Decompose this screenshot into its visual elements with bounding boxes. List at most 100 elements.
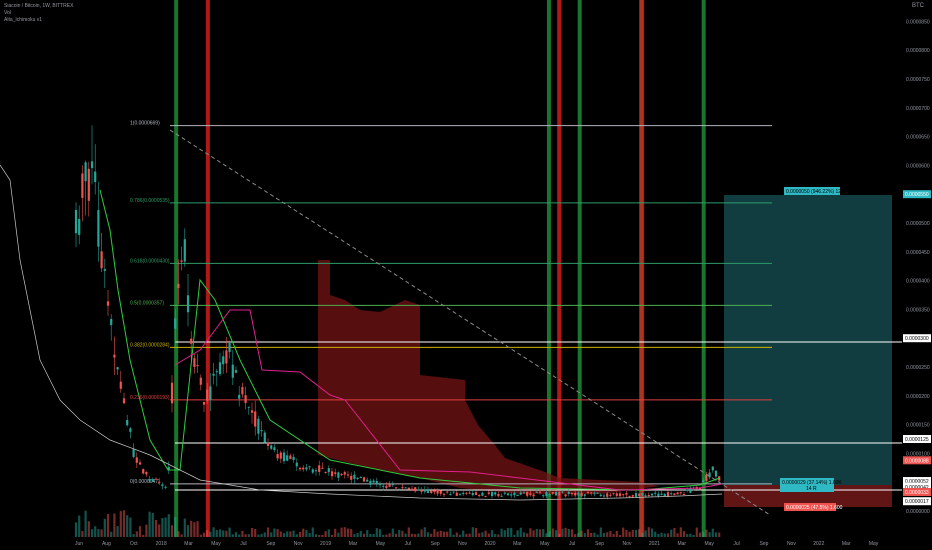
candle-body xyxy=(375,480,378,485)
volume-bar xyxy=(87,521,90,537)
volume-bar xyxy=(538,529,542,537)
volume-bar xyxy=(97,529,100,537)
candle-body xyxy=(481,492,484,496)
candle-body xyxy=(548,494,551,496)
candle-body xyxy=(199,377,202,385)
chart-legend: Siacoin / Bitcoin, 1W, BITTREX Vol Alta_… xyxy=(4,3,73,24)
volume-bar xyxy=(436,531,439,537)
symbol-title: Siacoin / Bitcoin, 1W, BITTREX xyxy=(4,3,74,9)
candle-body xyxy=(446,491,449,493)
candle-body xyxy=(202,401,206,405)
candle-body xyxy=(305,467,308,470)
candle-body xyxy=(490,492,494,497)
volume-bar xyxy=(78,515,81,537)
volume-bar xyxy=(167,514,170,537)
volume-bar xyxy=(190,520,193,537)
candle-body xyxy=(273,447,276,451)
volume-bar xyxy=(490,530,494,537)
volume-bar xyxy=(193,522,196,537)
candle-body xyxy=(654,492,657,494)
candle-body xyxy=(606,493,609,497)
volume-bar xyxy=(606,532,609,537)
volume-bar xyxy=(282,533,286,537)
volume-bar xyxy=(583,533,586,537)
volume-bar xyxy=(516,530,519,537)
candle-body xyxy=(186,295,190,313)
candle-body xyxy=(516,494,519,497)
volume-bar xyxy=(484,530,487,537)
candle-body xyxy=(97,210,100,247)
candle-body xyxy=(423,489,426,492)
y-axis-tick-label: 0.0000400 xyxy=(906,279,930,285)
volume-bar xyxy=(503,530,506,537)
x-axis-tick-label: Jul xyxy=(733,541,739,547)
x-axis-tick-label: Mar xyxy=(513,541,522,547)
candle-body xyxy=(487,492,490,494)
volume-bar xyxy=(526,533,529,537)
volume-bar xyxy=(474,527,478,537)
candle-body xyxy=(519,492,522,495)
volume-bar xyxy=(110,531,113,537)
candle-body xyxy=(538,491,542,493)
volume-bar xyxy=(100,529,103,537)
candle-body xyxy=(455,492,458,496)
volume-bar xyxy=(340,527,343,537)
candle-body xyxy=(657,493,660,497)
volume-bar xyxy=(394,533,398,537)
volume-bar xyxy=(308,533,311,537)
green-vertical-line xyxy=(577,0,582,537)
x-axis-tick-label: 2022 xyxy=(813,541,824,547)
x-axis-tick-label: Nov xyxy=(458,541,467,547)
candle-body xyxy=(148,479,151,482)
candle-body xyxy=(238,394,241,399)
x-axis-tick-label: Sep xyxy=(266,541,275,547)
volume-bar xyxy=(129,517,132,537)
candle-body xyxy=(247,406,250,408)
candle-body xyxy=(580,492,583,497)
volume-bar xyxy=(116,526,119,537)
volume-bar xyxy=(513,534,516,537)
volume-bar xyxy=(346,528,350,537)
candle-body xyxy=(218,362,222,375)
volume-bar xyxy=(247,534,250,537)
candle-body xyxy=(314,470,318,472)
x-axis-tick-label: 2020 xyxy=(484,541,495,547)
volume-bar xyxy=(84,510,87,537)
candle-body xyxy=(385,485,388,489)
volume-bar xyxy=(382,534,385,537)
volume-bar xyxy=(468,533,471,537)
fib-level-label: 0(0.0000047) xyxy=(130,479,160,485)
candle-body xyxy=(161,484,164,487)
candle-body xyxy=(113,354,116,358)
candle-body xyxy=(231,364,234,378)
candle-body xyxy=(174,318,177,329)
indicator-label: Alta_Ichimoku v1 xyxy=(4,17,43,23)
candle-body xyxy=(567,491,570,494)
volume-bar xyxy=(286,531,289,537)
volume-bar xyxy=(202,532,206,537)
volume-bar xyxy=(708,532,711,537)
x-axis-tick-label: Jun xyxy=(75,541,83,547)
volume-bar xyxy=(711,528,714,537)
candle-body xyxy=(574,492,577,496)
volume-bar xyxy=(369,533,372,537)
candle-body xyxy=(545,492,548,497)
candle-body xyxy=(510,494,513,496)
candle-body xyxy=(535,491,538,493)
volume-bar xyxy=(462,530,465,537)
volume-bar xyxy=(158,524,161,537)
x-axis-tick-label: May xyxy=(869,541,879,547)
volume-bar xyxy=(375,528,378,537)
volume-bar xyxy=(510,527,513,537)
currency-label: BTC xyxy=(912,3,924,9)
volume-bar xyxy=(234,532,238,537)
candle-body xyxy=(638,493,641,496)
y-axis-tick-label: 0.0000500 xyxy=(906,221,930,227)
volume-bar xyxy=(401,530,404,537)
volume-bar xyxy=(209,531,212,537)
volume-bar xyxy=(398,530,401,537)
candle-body xyxy=(503,492,506,494)
volume-bar xyxy=(126,515,129,537)
price-chart[interactable]: 1(0.0000669) 0.786(0.0000535) 0.618(0.0000… xyxy=(0,0,932,550)
x-axis-tick-label: Sep xyxy=(760,541,769,547)
